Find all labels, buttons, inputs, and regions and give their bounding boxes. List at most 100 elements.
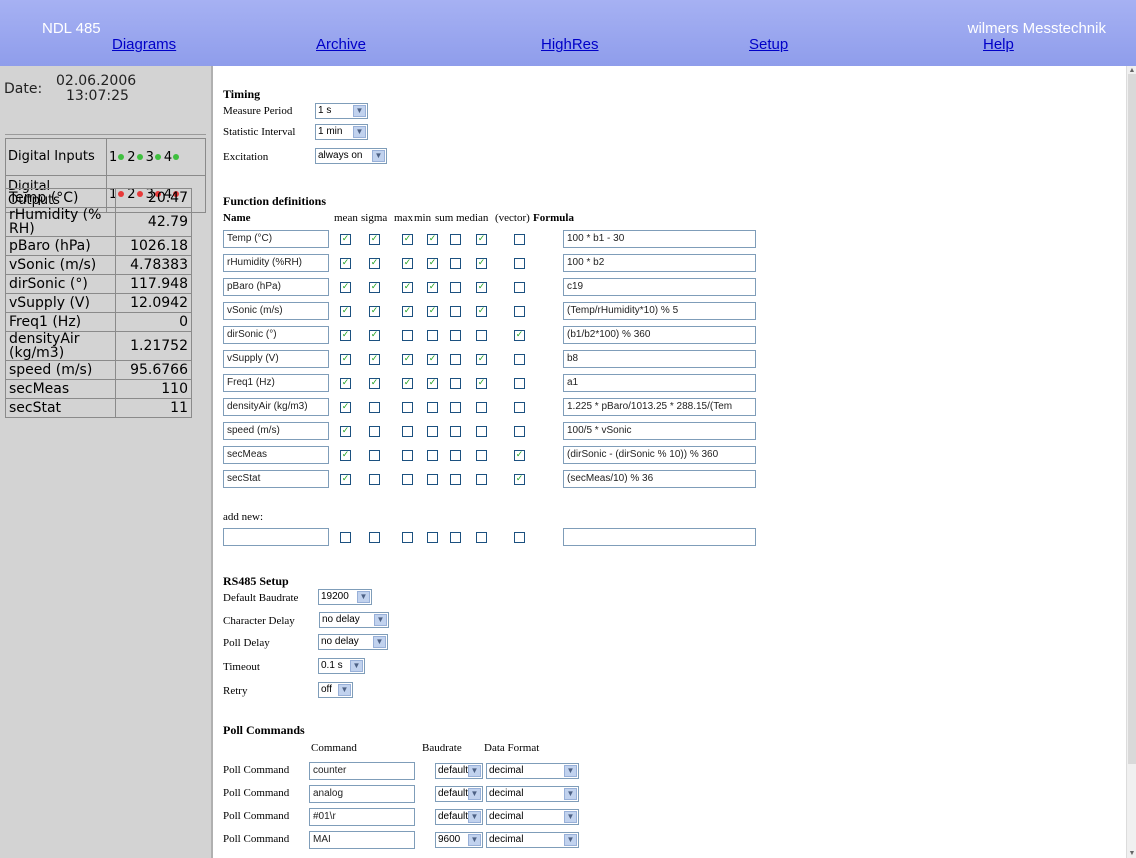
function-median-checkbox[interactable] [476,330,487,341]
function-min-checkbox[interactable] [427,426,438,437]
function-vector-checkbox[interactable] [514,258,525,269]
function-name-input[interactable]: dirSonic (°) [223,326,329,344]
function-max-checkbox[interactable] [402,426,413,437]
function-sum-checkbox[interactable] [450,402,461,413]
function-max-checkbox[interactable]: ✓ [402,234,413,245]
scroll-down-icon[interactable]: ▼ [1128,849,1136,857]
function-vector-checkbox[interactable]: ✓ [514,450,525,461]
nav-archive-link[interactable]: Archive [316,36,366,53]
function-sigma-checkbox[interactable]: ✓ [369,282,380,293]
function-max-checkbox[interactable]: ✓ [402,378,413,389]
function-sum-checkbox[interactable] [450,234,461,245]
function-formula-input[interactable]: (dirSonic - (dirSonic % 10)) % 360 [563,446,756,464]
function-min-checkbox[interactable] [427,402,438,413]
function-median-checkbox[interactable] [476,474,487,485]
timeout-select[interactable]: 0.1 s ▼ [318,658,365,674]
function-vector-checkbox[interactable] [514,282,525,293]
function-mean-checkbox[interactable]: ✓ [340,282,351,293]
poll-data-format-select[interactable]: decimal ▼ [486,809,579,825]
function-min-checkbox[interactable]: ✓ [427,378,438,389]
function-vector-checkbox[interactable] [514,354,525,365]
poll-baudrate-select[interactable]: 9600 ▼ [435,832,483,848]
function-min-checkbox[interactable] [427,330,438,341]
function-vector-checkbox[interactable]: ✓ [514,330,525,341]
function-formula-input[interactable]: (b1/b2*100) % 360 [563,326,756,344]
function-sum-checkbox[interactable] [450,258,461,269]
new-function-vector-checkbox[interactable] [514,532,525,543]
nav-highres-link[interactable]: HighRes [541,36,599,53]
function-sum-checkbox[interactable] [450,426,461,437]
function-name-input[interactable]: secStat [223,470,329,488]
character-delay-select[interactable]: no delay ▼ [319,612,389,628]
function-sigma-checkbox[interactable] [369,450,380,461]
function-vector-checkbox[interactable]: ✓ [514,474,525,485]
function-name-input[interactable]: speed (m/s) [223,422,329,440]
function-sum-checkbox[interactable] [450,474,461,485]
new-function-name-input[interactable] [223,528,329,546]
vertical-scrollbar[interactable]: ▲ ▼ [1126,66,1136,858]
function-sigma-checkbox[interactable] [369,474,380,485]
function-sum-checkbox[interactable] [450,378,461,389]
function-mean-checkbox[interactable]: ✓ [340,474,351,485]
function-vector-checkbox[interactable] [514,426,525,437]
function-sum-checkbox[interactable] [450,354,461,365]
poll-data-format-select[interactable]: decimal ▼ [486,763,579,779]
function-name-input[interactable]: pBaro (hPa) [223,278,329,296]
function-mean-checkbox[interactable]: ✓ [340,258,351,269]
new-function-formula-input[interactable] [563,528,756,546]
function-mean-checkbox[interactable]: ✓ [340,378,351,389]
function-mean-checkbox[interactable]: ✓ [340,450,351,461]
function-name-input[interactable]: vSupply (V) [223,350,329,368]
function-median-checkbox[interactable]: ✓ [476,354,487,365]
new-function-max-checkbox[interactable] [402,532,413,543]
function-formula-input[interactable]: c19 [563,278,756,296]
function-sigma-checkbox[interactable]: ✓ [369,258,380,269]
function-vector-checkbox[interactable] [514,402,525,413]
function-mean-checkbox[interactable]: ✓ [340,306,351,317]
function-vector-checkbox[interactable] [514,378,525,389]
poll-command-input[interactable]: analog [309,785,415,803]
function-median-checkbox[interactable] [476,426,487,437]
function-max-checkbox[interactable]: ✓ [402,258,413,269]
measure-period-select[interactable]: 1 s ▼ [315,103,368,119]
poll-command-input[interactable]: counter [309,762,415,780]
function-sum-checkbox[interactable] [450,330,461,341]
function-max-checkbox[interactable]: ✓ [402,282,413,293]
function-min-checkbox[interactable]: ✓ [427,282,438,293]
poll-command-input[interactable]: MAI [309,831,415,849]
function-mean-checkbox[interactable]: ✓ [340,354,351,365]
function-formula-input[interactable]: 100/5 * vSonic [563,422,756,440]
function-sigma-checkbox[interactable]: ✓ [369,234,380,245]
function-mean-checkbox[interactable]: ✓ [340,402,351,413]
function-max-checkbox[interactable]: ✓ [402,306,413,317]
function-sigma-checkbox[interactable]: ✓ [369,306,380,317]
retry-select[interactable]: off ▼ [318,682,353,698]
function-formula-input[interactable]: 1.225 * pBaro/1013.25 * 288.15/(Tem [563,398,756,416]
function-vector-checkbox[interactable] [514,234,525,245]
new-function-mean-checkbox[interactable] [340,532,351,543]
function-max-checkbox[interactable] [402,474,413,485]
function-name-input[interactable]: Temp (°C) [223,230,329,248]
function-max-checkbox[interactable]: ✓ [402,354,413,365]
function-min-checkbox[interactable] [427,450,438,461]
function-formula-input[interactable]: (Temp/rHumidity*10) % 5 [563,302,756,320]
scrollbar-thumb[interactable] [1128,74,1136,764]
poll-baudrate-select[interactable]: default ▼ [435,809,483,825]
function-min-checkbox[interactable]: ✓ [427,258,438,269]
function-max-checkbox[interactable] [402,402,413,413]
function-formula-input[interactable]: 100 * b1 - 30 [563,230,756,248]
nav-setup-link[interactable]: Setup [749,36,788,53]
function-sigma-checkbox[interactable] [369,426,380,437]
function-name-input[interactable]: densityAir (kg/m3) [223,398,329,416]
function-median-checkbox[interactable]: ✓ [476,282,487,293]
new-function-min-checkbox[interactable] [427,532,438,543]
function-formula-input[interactable]: (secMeas/10) % 36 [563,470,756,488]
function-median-checkbox[interactable] [476,402,487,413]
function-median-checkbox[interactable]: ✓ [476,378,487,389]
function-median-checkbox[interactable]: ✓ [476,234,487,245]
function-sigma-checkbox[interactable]: ✓ [369,330,380,341]
function-sum-checkbox[interactable] [450,282,461,293]
function-median-checkbox[interactable]: ✓ [476,306,487,317]
function-formula-input[interactable]: 100 * b2 [563,254,756,272]
statistic-interval-select[interactable]: 1 min ▼ [315,124,368,140]
